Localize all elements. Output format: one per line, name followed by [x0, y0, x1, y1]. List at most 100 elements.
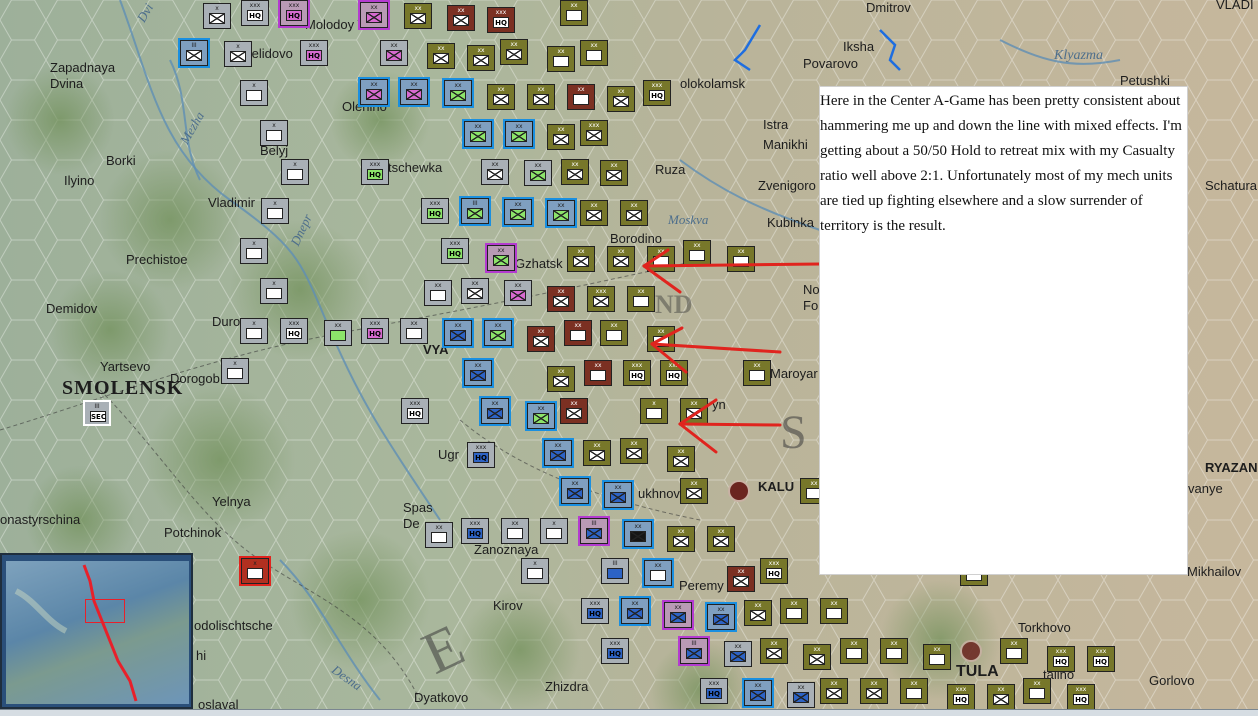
soviet-unit-counter[interactable]: x: [240, 318, 268, 344]
soviet-unit-counter[interactable]: x: [203, 3, 231, 29]
german-unit-counter[interactable]: xx: [680, 398, 708, 424]
german-hq-counter[interactable]: xxx HQ: [1087, 646, 1115, 672]
soviet-unit-counter[interactable]: x: [221, 358, 249, 384]
german-hq-counter[interactable]: xxx HQ: [1067, 684, 1095, 710]
german-unit-counter[interactable]: xx: [547, 124, 575, 150]
german-unit-counter[interactable]: xx: [780, 598, 808, 624]
soviet-hq-counter[interactable]: xxx HQ: [581, 598, 609, 624]
soviet-unit-counter[interactable]: xx: [787, 682, 815, 708]
soviet-hq-counter[interactable]: xxx HQ: [241, 0, 269, 26]
soviet-hq-counter[interactable]: xxx HQ: [361, 318, 389, 344]
german-unit-counter[interactable]: xx: [667, 526, 695, 552]
german-unit-counter[interactable]: xx: [404, 3, 432, 29]
soviet-unit-counter[interactable]: xx: [642, 558, 674, 588]
german-unit-counter[interactable]: xx: [561, 159, 589, 185]
german-unit-counter[interactable]: xx: [427, 43, 455, 69]
german-unit-counter[interactable]: xx: [647, 246, 675, 272]
german-unit-counter[interactable]: xx: [560, 398, 588, 424]
soviet-unit-counter[interactable]: xx: [424, 280, 452, 306]
german-unit-counter[interactable]: xx: [683, 240, 711, 266]
soviet-hq-counter[interactable]: xxx HQ: [401, 398, 429, 424]
german-unit-counter[interactable]: xx: [580, 40, 608, 66]
german-unit-counter[interactable]: xx: [560, 0, 588, 26]
german-unit-counter[interactable]: xx: [567, 84, 595, 110]
german-unit-counter[interactable]: xx: [803, 644, 831, 670]
german-unit-counter[interactable]: xx: [743, 360, 771, 386]
german-unit-counter[interactable]: xx: [647, 326, 675, 352]
soviet-unit-counter[interactable]: xx: [502, 197, 534, 227]
soviet-hq-counter[interactable]: xxx HQ: [461, 518, 489, 544]
soviet-unit-counter[interactable]: xx: [501, 518, 529, 544]
soviet-unit-counter[interactable]: III: [178, 38, 210, 68]
soviet-unit-counter[interactable]: xx: [545, 198, 577, 228]
german-unit-counter[interactable]: xx: [1023, 678, 1051, 704]
soviet-hq-counter[interactable]: xxx HQ: [278, 0, 310, 28]
soviet-unit-counter[interactable]: xx: [724, 641, 752, 667]
german-unit-counter[interactable]: xx: [447, 5, 475, 31]
soviet-unit-counter[interactable]: III: [601, 558, 629, 584]
soviet-unit-counter[interactable]: xx: [425, 522, 453, 548]
soviet-unit-counter[interactable]: xx: [481, 159, 509, 185]
soviet-hq-counter[interactable]: xxx HQ: [441, 238, 469, 264]
soviet-unit-counter[interactable]: xx: [742, 678, 774, 708]
german-unit-counter[interactable]: xx: [627, 286, 655, 312]
german-unit-counter[interactable]: xx: [760, 638, 788, 664]
german-unit-counter[interactable]: xx: [580, 200, 608, 226]
german-unit-counter[interactable]: xx: [547, 46, 575, 72]
german-hq-counter[interactable]: xxx HQ: [623, 360, 651, 386]
german-hq-counter[interactable]: xxx HQ: [760, 558, 788, 584]
soviet-sec-counter[interactable]: III SEC: [83, 400, 111, 426]
german-unit-counter[interactable]: xx: [1000, 638, 1028, 664]
german-unit-counter[interactable]: xx: [900, 678, 928, 704]
soviet-hq-counter[interactable]: xxx HQ: [467, 442, 495, 468]
german-hq-counter[interactable]: xxx HQ: [487, 7, 515, 33]
soviet-unit-counter[interactable]: xx: [358, 77, 390, 107]
german-unit-counter[interactable]: xx: [707, 526, 735, 552]
german-unit-counter[interactable]: xx: [860, 678, 888, 704]
minimap[interactable]: [0, 553, 193, 709]
soviet-unit-counter[interactable]: xx: [619, 596, 651, 626]
soviet-unit-counter[interactable]: xx: [442, 78, 474, 108]
soviet-unit-counter[interactable]: xx: [482, 318, 514, 348]
german-unit-counter[interactable]: xx: [840, 638, 868, 664]
german-unit-counter[interactable]: xx: [567, 246, 595, 272]
soviet-unit-counter[interactable]: x: [260, 120, 288, 146]
german-unit-counter[interactable]: xx: [607, 86, 635, 112]
german-unit-counter[interactable]: xx: [467, 45, 495, 71]
german-unit-counter[interactable]: xx: [727, 246, 755, 272]
german-unit-counter[interactable]: xx: [600, 320, 628, 346]
soviet-unit-counter[interactable]: xx: [324, 320, 352, 346]
soviet-unit-counter[interactable]: x: [261, 198, 289, 224]
soviet-unit-counter[interactable]: x: [521, 558, 549, 584]
german-unit-counter[interactable]: xx: [527, 84, 555, 110]
soviet-unit-counter[interactable]: xx: [462, 119, 494, 149]
soviet-unit-counter[interactable]: xx: [524, 160, 552, 186]
german-unit-counter[interactable]: xx: [500, 39, 528, 65]
soviet-unit-counter[interactable]: xx: [705, 602, 737, 632]
soviet-unit-counter[interactable]: xx: [525, 401, 557, 431]
german-unit-counter[interactable]: xx: [620, 438, 648, 464]
german-unit-counter[interactable]: xxx: [587, 286, 615, 312]
soviet-hq-counter[interactable]: xxx HQ: [700, 678, 728, 704]
soviet-unit-counter[interactable]: III: [678, 636, 710, 666]
soviet-unit-counter[interactable]: x: [260, 278, 288, 304]
soviet-hq-counter[interactable]: xxx HQ: [300, 40, 328, 66]
soviet-unit-counter[interactable]: x: [240, 80, 268, 106]
soviet-unit-counter[interactable]: III: [459, 196, 491, 226]
soviet-hq-counter[interactable]: xxx HQ: [601, 638, 629, 664]
german-unit-counter[interactable]: xx: [607, 246, 635, 272]
soviet-unit-counter[interactable]: xx: [442, 318, 474, 348]
soviet-unit-counter-isolated[interactable]: x: [239, 556, 271, 586]
soviet-unit-counter[interactable]: xx: [622, 519, 654, 549]
german-unit-counter[interactable]: xx: [820, 678, 848, 704]
minimap-viewport[interactable]: [85, 599, 125, 623]
soviet-unit-counter[interactable]: xx: [504, 280, 532, 306]
german-unit-counter[interactable]: xx: [880, 638, 908, 664]
soviet-unit-counter[interactable]: xx: [542, 438, 574, 468]
german-unit-counter[interactable]: xx: [923, 644, 951, 670]
german-hq-counter[interactable]: xxx HQ: [660, 360, 688, 386]
german-unit-counter[interactable]: xx: [987, 684, 1015, 710]
soviet-unit-counter[interactable]: xx: [602, 480, 634, 510]
soviet-hq-counter[interactable]: xxx HQ: [280, 318, 308, 344]
soviet-unit-counter[interactable]: xx: [358, 0, 390, 30]
